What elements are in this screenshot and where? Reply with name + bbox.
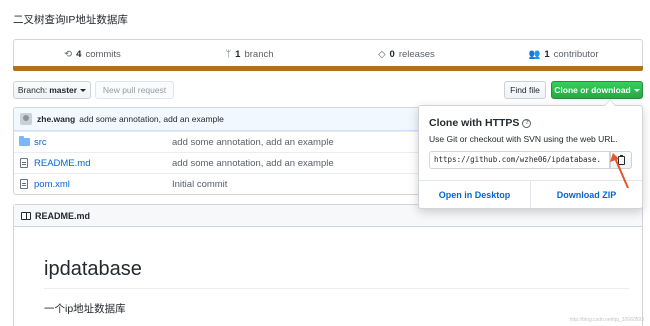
commits-label: commits	[85, 48, 121, 60]
repo-stats-bar: ⟲ 4 commits ᛘ 1 branch ◇ 0 releases 👥 1 …	[13, 39, 643, 69]
releases-link[interactable]: ◇ 0 releases	[328, 40, 485, 68]
file-icon	[20, 179, 28, 189]
commit-message[interactable]: add some annotation, add an example	[79, 114, 224, 124]
repo-description: 二叉树查询IP地址数据库	[13, 14, 128, 26]
branch-icon: ᛘ	[225, 48, 232, 60]
releases-count: 0	[389, 48, 395, 60]
history-icon: ⟲	[64, 48, 73, 60]
readme-text: 一个ip地址数据库	[44, 303, 126, 315]
file-icon	[20, 158, 28, 168]
commits-link[interactable]: ⟲ 4 commits	[14, 40, 171, 68]
branches-label: branch	[244, 48, 274, 60]
people-icon: 👥	[528, 48, 541, 60]
clone-download-label: Clone or download	[554, 85, 631, 95]
file-commit-message[interactable]: add some annotation, add an example	[172, 158, 334, 169]
chevron-down-icon	[80, 88, 87, 92]
file-commit-message[interactable]: Initial commit	[172, 179, 227, 190]
new-pull-request-button[interactable]: New pull request	[95, 81, 174, 99]
clone-popover-description: Use Git or checkout with SVN using the w…	[429, 134, 618, 144]
file-name-link[interactable]: src	[34, 137, 172, 148]
branches-link[interactable]: ᛘ 1 branch	[171, 40, 328, 68]
branch-prefix: Branch:	[17, 85, 48, 95]
commits-count: 4	[76, 48, 82, 60]
file-commit-message[interactable]: add some annotation, add an example	[172, 137, 334, 148]
file-name-link[interactable]: README.md	[34, 158, 172, 169]
readme-panel: README.md ipdatabase 一个ip地址数据库	[13, 204, 643, 326]
contributors-link[interactable]: 👥 1 contributor	[485, 40, 642, 68]
folder-icon	[18, 136, 30, 146]
book-icon	[21, 211, 31, 220]
branches-count: 1	[235, 48, 241, 60]
branch-name: master	[49, 85, 78, 95]
file-name-link[interactable]: pom.xml	[34, 179, 172, 190]
readme-header-label: README.md	[35, 210, 91, 221]
tag-icon: ◇	[378, 48, 386, 60]
releases-label: releases	[398, 48, 435, 60]
divider	[44, 288, 629, 289]
clone-download-button[interactable]: Clone or download	[551, 81, 643, 99]
clone-url-input[interactable]: https://github.com/wzhe06/ipdatabase.	[429, 151, 610, 169]
chevron-down-icon	[633, 88, 640, 92]
contributors-count: 1	[544, 48, 550, 60]
commit-author[interactable]: zhe.wang	[37, 114, 75, 124]
clone-popover-title: Clone with HTTPS ?	[429, 117, 532, 129]
find-file-button[interactable]: Find file	[504, 81, 546, 99]
branch-select-button[interactable]: Branch: master	[13, 81, 91, 99]
clone-title-label: Clone with HTTPS	[429, 117, 520, 129]
open-in-desktop-link[interactable]: Open in Desktop	[419, 181, 530, 209]
readme-title: ipdatabase	[44, 258, 142, 280]
watermark: http://blog.csdn.net/qq_32660593	[569, 317, 644, 323]
contributors-label: contributor	[553, 48, 599, 60]
annotation-arrow-icon	[610, 153, 629, 189]
help-icon[interactable]: ?	[522, 118, 532, 128]
language-bar[interactable]	[13, 66, 643, 71]
avatar[interactable]	[20, 113, 32, 125]
